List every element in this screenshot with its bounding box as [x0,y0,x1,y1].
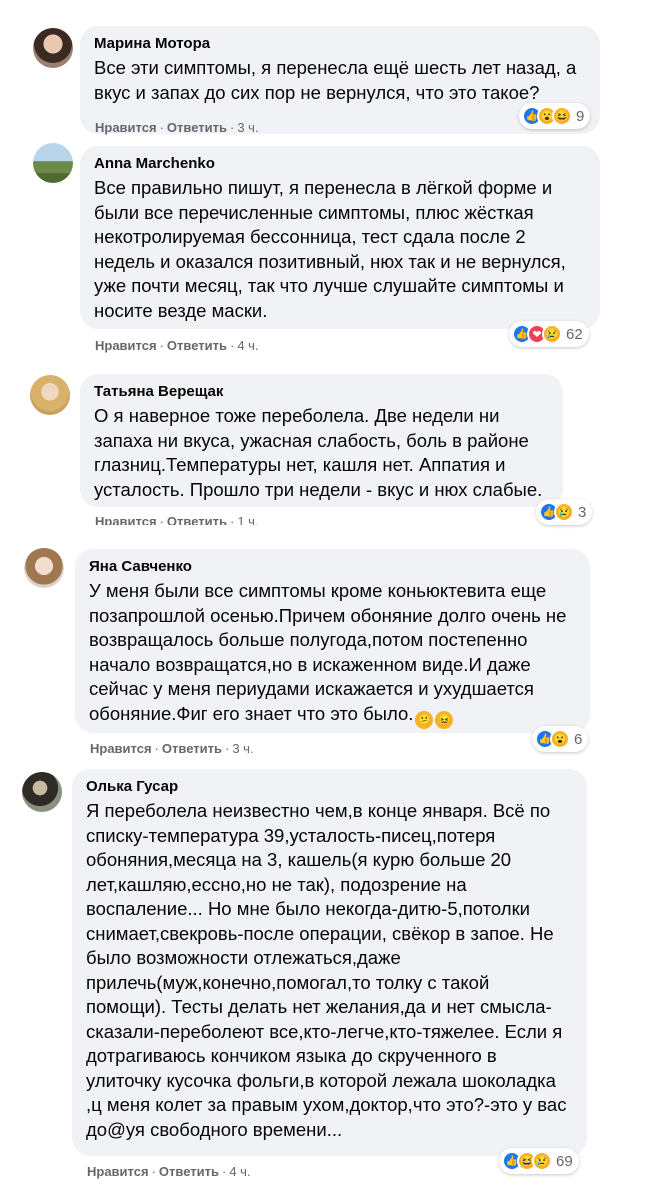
avatar[interactable] [22,772,62,812]
reactions-summary[interactable]: 👍 😢 3 [536,499,593,525]
reply-link[interactable]: Ответить [167,514,227,525]
comment-text: Все правильно пишут, я перенесла в лёгко… [94,177,571,321]
separator: · [229,514,235,525]
comment-bubble: Олька Гусар Я переболела неизвестно чем,… [72,769,587,1156]
wow-reaction-icon: 😮 [550,729,570,749]
reactions-summary[interactable]: 👍 ❤ 😢 62 [509,321,589,347]
comment-actions: Нравится · Ответить · 4 ч. [87,1164,251,1179]
like-link[interactable]: Нравится [95,338,157,353]
comment-bubble: Яна Савченко У меня были все симптомы кр… [75,549,590,733]
reaction-count: 6 [574,730,583,748]
haha-reaction-icon: 😆 [552,106,572,126]
comment-bubble: Anna Marchenko Все правильно пишут, я пе… [80,146,600,329]
avatar[interactable] [33,28,73,68]
frowning-emoji-icon: 😖 [435,710,454,729]
comment-author[interactable]: Яна Савченко [89,557,576,577]
avatar[interactable] [33,143,73,183]
sad-reaction-icon: 😢 [532,1151,552,1171]
reaction-count: 9 [576,107,585,125]
comment-actions: Нравится · Ответить · 4 ч. [95,338,259,353]
confused-emoji-icon: 😕 [415,710,434,729]
sad-reaction-icon: 😢 [542,324,562,344]
reactions-summary[interactable]: 👍 😮 😆 9 [519,103,591,129]
separator: · [229,120,235,135]
timestamp[interactable]: 1 ч. [237,514,258,525]
timestamp[interactable]: 3 ч. [232,741,253,756]
sad-reaction-icon: 😢 [554,502,574,522]
reply-link[interactable]: Ответить [167,338,227,353]
like-link[interactable]: Нравится [95,120,157,135]
separator: · [154,741,159,756]
like-link[interactable]: Нравится [95,514,157,525]
separator: · [221,1164,227,1179]
timestamp[interactable]: 3 ч. [237,120,258,135]
avatar[interactable] [24,548,64,588]
comment-text: О я наверное тоже переболела. Две недели… [94,405,543,500]
comment-text: Я переболела неизвестно чем,в конце янва… [86,800,572,1140]
separator: · [159,338,164,353]
comment-actions: Нравится · Ответить · 3 ч. [90,741,254,756]
separator: · [159,514,164,525]
comment-author[interactable]: Марина Мотора [94,34,586,54]
reactions-summary[interactable]: 👍 😆 😢 69 [499,1148,579,1174]
comment-author[interactable]: Татьяна Верещак [94,382,549,402]
reactions-summary[interactable]: 👍 😮 6 [532,726,589,752]
comment-text: У меня были все симптомы кроме коньюктев… [89,579,576,729]
comment-author[interactable]: Anna Marchenko [94,154,586,174]
comment-text-body: У меня были все симптомы кроме коньюктев… [89,580,572,724]
separator: · [229,338,235,353]
reply-link[interactable]: Ответить [167,120,227,135]
like-link[interactable]: Нравится [87,1164,149,1179]
separator: · [159,120,164,135]
timestamp[interactable]: 4 ч. [229,1164,250,1179]
reply-link[interactable]: Ответить [159,1164,219,1179]
avatar[interactable] [30,375,70,415]
like-link[interactable]: Нравится [90,741,152,756]
timestamp[interactable]: 4 ч. [237,338,258,353]
reaction-count: 3 [578,503,587,521]
comment-actions: Нравится · Ответить · 3 ч. [95,120,259,135]
comment-text: Все эти симптомы, я перенесла ещё шесть … [94,57,582,103]
reaction-count: 69 [556,1152,573,1170]
comment-actions: Нравится · Ответить · 1 ч. [95,514,259,525]
separator: · [224,741,230,756]
comment-bubble: Татьяна Верещак О я наверное тоже перебо… [80,374,563,507]
reaction-count: 62 [566,325,583,343]
reply-link[interactable]: Ответить [162,741,222,756]
comment-author[interactable]: Олька Гусар [86,777,573,797]
separator: · [151,1164,156,1179]
